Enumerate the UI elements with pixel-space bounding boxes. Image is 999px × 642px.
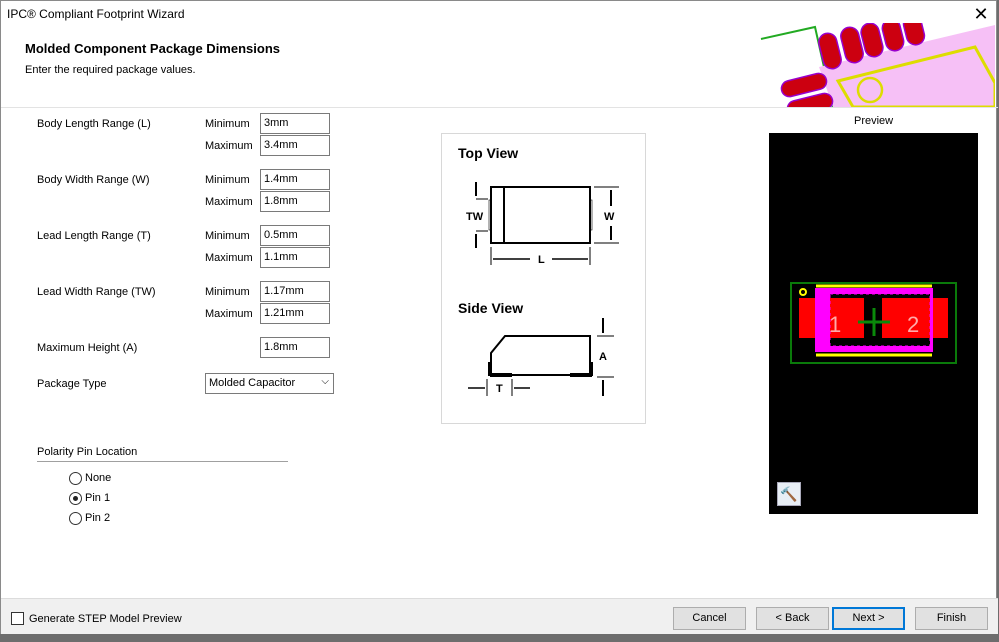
max-height-input[interactable]: 1.8mm — [260, 337, 330, 358]
hammer-icon[interactable]: 🔨 — [777, 482, 801, 506]
maximum-label: Maximum — [205, 252, 253, 264]
lead-length-max-input[interactable]: 1.1mm — [260, 247, 330, 268]
radio-none[interactable] — [69, 472, 82, 485]
preview-label: Preview — [854, 115, 894, 127]
lead-length-min-input[interactable]: 0.5mm — [260, 225, 330, 246]
body-width-min-input[interactable]: 1.4mm — [260, 169, 330, 190]
header-banner-image — [760, 23, 995, 107]
step-preview-label: Generate STEP Model Preview — [29, 613, 182, 625]
minimum-label: Minimum — [205, 118, 250, 130]
a-label: A — [599, 351, 607, 363]
minimum-label: Minimum — [205, 230, 250, 242]
package-type-select[interactable]: Molded Capacitor ⌵ — [205, 373, 334, 394]
side-view-title: Side View — [458, 300, 523, 316]
window-title: IPC® Compliant Footprint Wizard — [7, 7, 185, 21]
top-view-title: Top View — [458, 145, 518, 161]
l-label: L — [538, 254, 545, 266]
maximum-label: Maximum — [205, 196, 253, 208]
header-divider — [1, 107, 998, 108]
t-label: T — [496, 383, 503, 395]
tw-label: TW — [466, 211, 484, 223]
lead-length-label: Lead Length Range (T) — [37, 230, 151, 242]
finish-button[interactable]: Finish — [915, 607, 988, 630]
body-width-label: Body Width Range (W) — [37, 174, 150, 186]
lead-width-min-input[interactable]: 1.17mm — [260, 281, 330, 302]
package-type-value: Molded Capacitor — [209, 377, 296, 389]
w-label: W — [604, 211, 615, 223]
page-subtitle: Enter the required package values. — [25, 64, 196, 76]
body-width-max-input[interactable]: 1.8mm — [260, 191, 330, 212]
radio-pin2[interactable] — [69, 512, 82, 525]
body-length-max-input[interactable]: 3.4mm — [260, 135, 330, 156]
pad-1-label: 1 — [829, 312, 841, 337]
body-length-label: Body Length Range (L) — [37, 118, 151, 130]
body-length-min-input[interactable]: 3mm — [260, 113, 330, 134]
minimum-label: Minimum — [205, 174, 250, 186]
back-button[interactable]: < Back — [756, 607, 829, 630]
maximum-label: Maximum — [205, 308, 253, 320]
cancel-button[interactable]: Cancel — [673, 607, 746, 630]
step-preview-checkbox[interactable] — [11, 612, 24, 625]
radio-pin1[interactable] — [69, 492, 82, 505]
preview-canvas[interactable]: 1 2 🔨 — [769, 133, 978, 514]
lead-width-max-input[interactable]: 1.21mm — [260, 303, 330, 324]
radio-none-label: None — [85, 472, 112, 484]
next-button[interactable]: Next > — [832, 607, 905, 630]
package-type-label: Package Type — [37, 378, 107, 390]
maximum-label: Maximum — [205, 140, 253, 152]
radio-pin1-label: Pin 1 — [85, 492, 111, 504]
polarity-divider — [37, 461, 288, 462]
pad-2-label: 2 — [907, 312, 919, 337]
radio-pin2-label: Pin 2 — [85, 512, 111, 524]
page-title: Molded Component Package Dimensions — [25, 41, 280, 56]
minimum-label: Minimum — [205, 286, 250, 298]
dimension-diagram: Top View TW W L Side View A T — [441, 133, 646, 424]
wizard-window: IPC® Compliant Footprint Wizard ✕ Molded… — [0, 0, 998, 634]
close-icon[interactable]: ✕ — [969, 3, 993, 25]
lead-width-label: Lead Width Range (TW) — [37, 286, 156, 298]
polarity-label: Polarity Pin Location — [37, 446, 138, 458]
chevron-down-icon: ⌵ — [321, 376, 329, 387]
max-height-label: Maximum Height (A) — [37, 342, 138, 354]
